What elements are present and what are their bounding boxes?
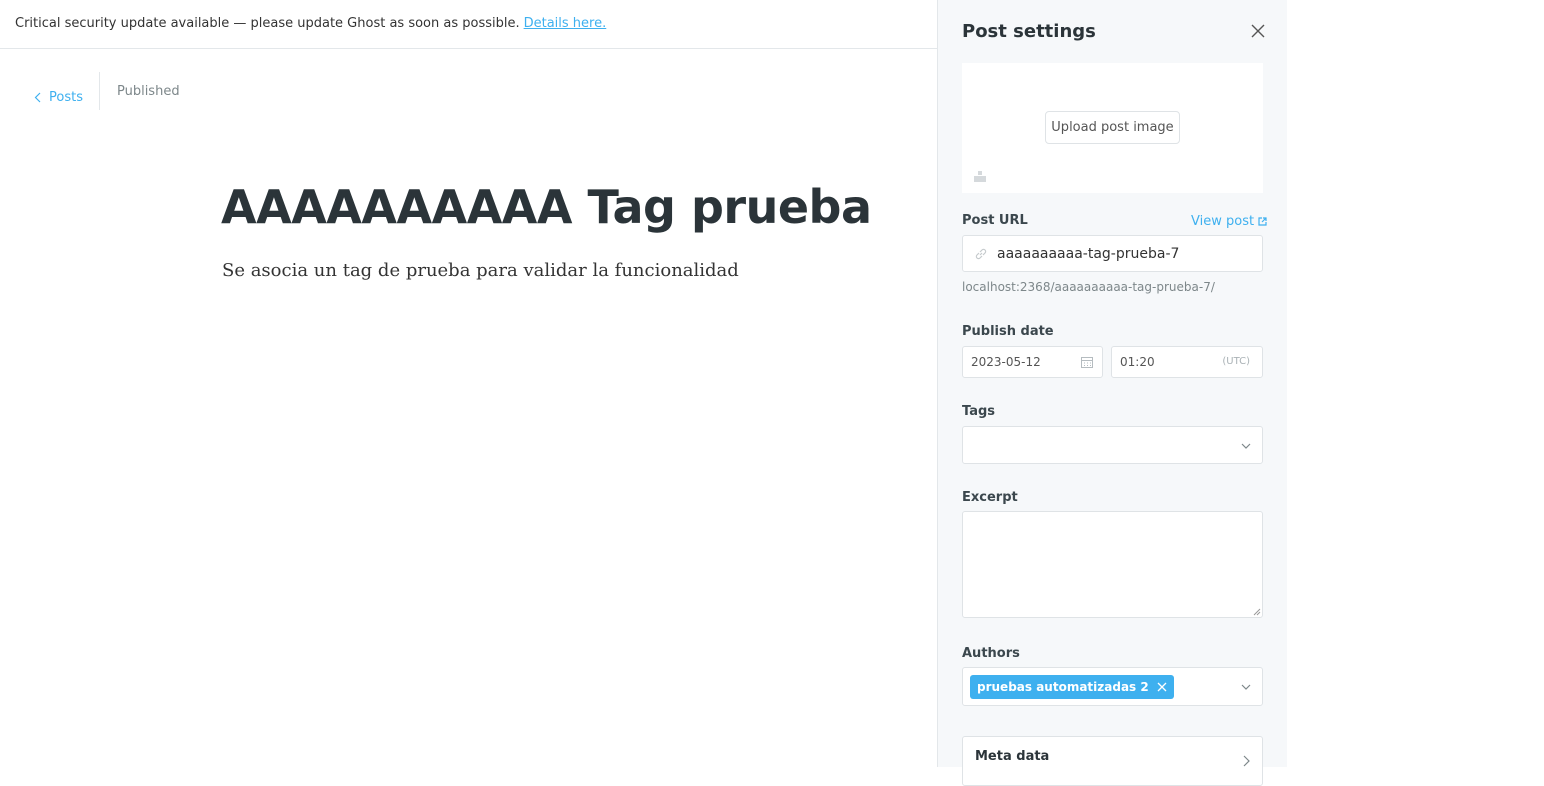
authors-select[interactable]: pruebas automatizadas 2 [962,667,1263,706]
calendar-icon[interactable] [1080,355,1094,369]
post-url-field [962,235,1263,272]
excerpt-field [962,511,1263,618]
post-url-label: Post URL [962,213,1028,228]
meta-data-title: Meta data [975,749,1050,764]
post-url-preview: localhost:2368/aaaaaaaaaa-tag-prueba-7/ [962,280,1215,294]
chevron-left-icon [34,92,41,102]
author-name: pruebas automatizadas 2 [977,680,1149,694]
view-post-label: View post [1191,214,1255,229]
remove-author-icon[interactable] [1157,682,1167,692]
security-notice: Critical security update available — ple… [0,0,937,49]
date-value: 2023-05-12 [971,355,1041,369]
publish-date-label: Publish date [962,324,1054,339]
chevron-down-icon [1241,443,1251,449]
post-image-uploader: Upload post image [962,63,1263,193]
upload-post-image-button[interactable]: Upload post image [1045,111,1180,144]
notice-message: Critical security update available — ple… [15,16,520,31]
meta-data-section[interactable]: Meta data [962,736,1263,786]
image-icon [974,171,986,182]
tags-label: Tags [962,404,996,419]
external-link-icon [1258,217,1267,226]
publish-time-input[interactable]: 01:20 (UTC) [1111,346,1263,378]
back-label: Posts [49,89,83,105]
post-body[interactable]: Se asocia un tag de prueba para validar … [222,260,739,281]
author-chip: pruebas automatizadas 2 [970,675,1174,699]
view-post-link[interactable]: View post [1191,214,1267,229]
tags-select[interactable] [962,426,1263,464]
publish-date-input[interactable]: 2023-05-12 [962,346,1103,378]
notice-details-link[interactable]: Details here. [524,16,607,31]
chevron-right-icon [1243,755,1250,767]
chevron-down-icon [1241,684,1251,690]
excerpt-textarea[interactable] [963,512,1262,617]
authors-label: Authors [962,646,1020,661]
close-icon[interactable] [1250,23,1266,39]
breadcrumb: Posts Published [34,72,180,110]
post-status: Published [116,84,180,99]
resize-grip-icon[interactable] [1253,608,1261,616]
time-value: 01:20 [1120,355,1155,369]
post-url-input[interactable] [997,236,1252,271]
post-title[interactable]: AAAAAAAAAA Tag prueba [221,180,872,234]
link-icon [975,248,987,260]
excerpt-label: Excerpt [962,490,1018,505]
back-to-posts-link[interactable]: Posts [34,72,100,110]
timezone-label: (UTC) [1222,356,1250,367]
panel-title: Post settings [962,21,1096,42]
post-settings-panel: Post settings Upload post image Post URL… [937,0,1287,786]
